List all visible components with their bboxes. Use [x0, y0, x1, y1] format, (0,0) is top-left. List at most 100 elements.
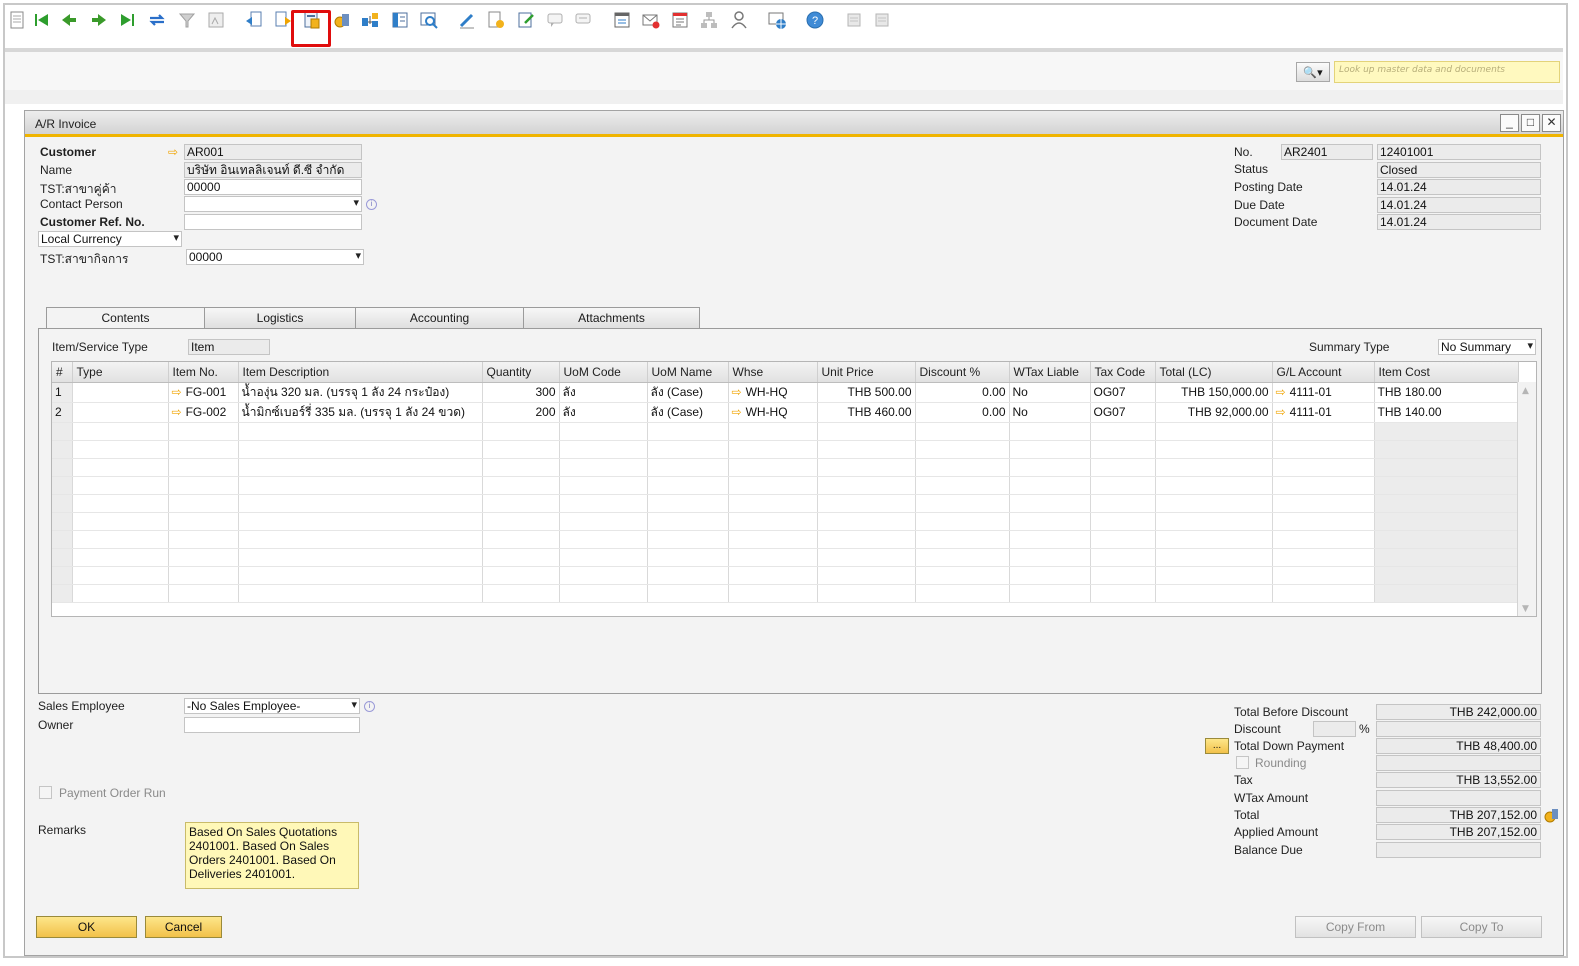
empty-cell[interactable]	[72, 548, 169, 567]
empty-cell[interactable]	[482, 458, 560, 477]
empty-row[interactable]	[52, 476, 1519, 495]
empty-cell[interactable]	[1009, 458, 1091, 477]
empty-cell[interactable]	[1009, 494, 1091, 513]
col-header[interactable]: Tax Code	[1090, 362, 1156, 383]
empty-cell[interactable]	[168, 422, 239, 441]
name-field[interactable]: บริษัท อินเทลลิเจนท์ ดี.ซี จำกัด	[184, 162, 362, 178]
empty-cell[interactable]	[559, 530, 648, 549]
empty-cell[interactable]	[168, 494, 239, 513]
discount-percent-field[interactable]	[1313, 721, 1356, 737]
col-header[interactable]: Item Description	[238, 362, 483, 383]
table-row[interactable]: 1 ⇨ FG-001 น้ำองุ่น 320 มล. (บรรจุ 1 ลัง …	[52, 382, 1519, 403]
empty-cell[interactable]	[1009, 566, 1091, 585]
empty-cell[interactable]	[238, 494, 483, 513]
empty-cell[interactable]	[1155, 584, 1273, 603]
empty-cell[interactable]	[238, 548, 483, 567]
empty-cell[interactable]	[482, 548, 560, 567]
empty-cell[interactable]	[647, 476, 729, 495]
document-date-field[interactable]: 14.01.24	[1377, 214, 1541, 230]
empty-cell[interactable]	[1272, 440, 1375, 459]
empty-cell[interactable]	[1009, 530, 1091, 549]
empty-cell[interactable]	[559, 494, 648, 513]
empty-cell[interactable]	[817, 440, 916, 459]
gl-account-cell[interactable]: ⇨ 4111-01	[1272, 382, 1375, 403]
empty-cell[interactable]	[1090, 548, 1156, 567]
empty-cell[interactable]	[1090, 584, 1156, 603]
empty-cell[interactable]	[647, 512, 729, 531]
link-arrow-icon[interactable]: ⇨	[172, 405, 182, 419]
empty-cell[interactable]	[1155, 458, 1273, 477]
col-header[interactable]: Item Cost	[1374, 362, 1519, 383]
empty-cell[interactable]	[728, 458, 818, 477]
info-icon[interactable]: i	[364, 701, 375, 712]
col-header[interactable]: Unit Price	[817, 362, 916, 383]
posting-date-field[interactable]: 14.01.24	[1377, 179, 1541, 195]
calendar-icon[interactable]	[610, 8, 634, 32]
down-payment-button[interactable]: ...	[1205, 738, 1229, 754]
series-field[interactable]: AR2401	[1281, 144, 1373, 160]
description-cell[interactable]: น้ำมิกซ์เบอร์รี่ 335 มล. (บรรจุ 1 ลัง 24…	[238, 402, 483, 423]
empty-cell[interactable]	[817, 530, 916, 549]
empty-cell[interactable]	[1272, 494, 1375, 513]
scroll-up-icon[interactable]: ▲	[1522, 386, 1529, 396]
col-header[interactable]: G/L Account	[1272, 362, 1375, 383]
empty-cell[interactable]	[647, 584, 729, 603]
empty-cell[interactable]	[647, 422, 729, 441]
empty-cell[interactable]	[72, 494, 169, 513]
empty-cell[interactable]	[168, 512, 239, 531]
empty-cell[interactable]	[1272, 584, 1375, 603]
empty-cell[interactable]	[1374, 440, 1519, 459]
empty-cell[interactable]	[915, 584, 1010, 603]
empty-cell[interactable]	[1009, 512, 1091, 531]
empty-cell[interactable]	[1374, 494, 1519, 513]
customer-ref-field[interactable]	[184, 214, 362, 230]
empty-cell[interactable]	[1009, 440, 1091, 459]
tax-code-cell[interactable]: OG07	[1090, 402, 1156, 423]
table-row[interactable]: 2 ⇨ FG-002 น้ำมิกซ์เบอร์รี่ 335 มล. (บรรจ…	[52, 402, 1519, 423]
empty-cell[interactable]	[168, 548, 239, 567]
quantity-cell[interactable]: 300	[482, 382, 560, 403]
empty-row[interactable]	[52, 440, 1519, 459]
empty-cell[interactable]	[559, 566, 648, 585]
payment-means-icon[interactable]	[330, 8, 354, 32]
first-record-icon[interactable]	[30, 8, 54, 32]
copy-from-button[interactable]: Copy From	[1295, 916, 1416, 938]
journal-entry-icon[interactable]	[388, 8, 412, 32]
close-icon[interactable]: ✕	[1542, 114, 1561, 132]
empty-cell[interactable]	[238, 530, 483, 549]
empty-cell[interactable]	[915, 476, 1010, 495]
empty-row[interactable]	[52, 548, 1519, 567]
empty-cell[interactable]	[72, 584, 169, 603]
new-activity-icon[interactable]	[484, 8, 508, 32]
empty-cell[interactable]	[52, 422, 73, 441]
empty-cell[interactable]	[559, 422, 648, 441]
col-header[interactable]: Quantity	[482, 362, 560, 383]
empty-cell[interactable]	[238, 422, 483, 441]
empty-cell[interactable]	[238, 512, 483, 531]
link-arrow-icon[interactable]: ⇨	[732, 405, 742, 419]
empty-cell[interactable]	[559, 548, 648, 567]
previous-record-icon[interactable]	[57, 8, 81, 32]
empty-cell[interactable]	[168, 458, 239, 477]
empty-cell[interactable]	[1090, 458, 1156, 477]
empty-cell[interactable]	[482, 494, 560, 513]
empty-cell[interactable]	[52, 584, 73, 603]
empty-cell[interactable]	[559, 458, 648, 477]
uom-code-cell[interactable]: ลัง	[559, 382, 648, 403]
empty-cell[interactable]	[238, 476, 483, 495]
empty-cell[interactable]	[72, 512, 169, 531]
empty-row[interactable]	[52, 494, 1519, 513]
empty-cell[interactable]	[1272, 422, 1375, 441]
empty-cell[interactable]	[1374, 584, 1519, 603]
col-header[interactable]: Total (LC)	[1155, 362, 1273, 383]
last-record-icon[interactable]	[115, 8, 139, 32]
empty-cell[interactable]	[1374, 566, 1519, 585]
org-chart-icon[interactable]	[697, 8, 721, 32]
link-arrow-icon[interactable]: ⇨	[168, 145, 178, 159]
uom-code-cell[interactable]: ลัง	[559, 402, 648, 423]
remarks-field[interactable]: Based On Sales Quotations 2401001. Based…	[185, 822, 359, 889]
copy-to-button[interactable]: Copy To	[1421, 916, 1542, 938]
tab-logistics[interactable]: Logistics	[204, 307, 356, 329]
empty-cell[interactable]	[915, 440, 1010, 459]
window-titlebar[interactable]: A/R Invoice _ □ ✕	[25, 111, 1563, 137]
